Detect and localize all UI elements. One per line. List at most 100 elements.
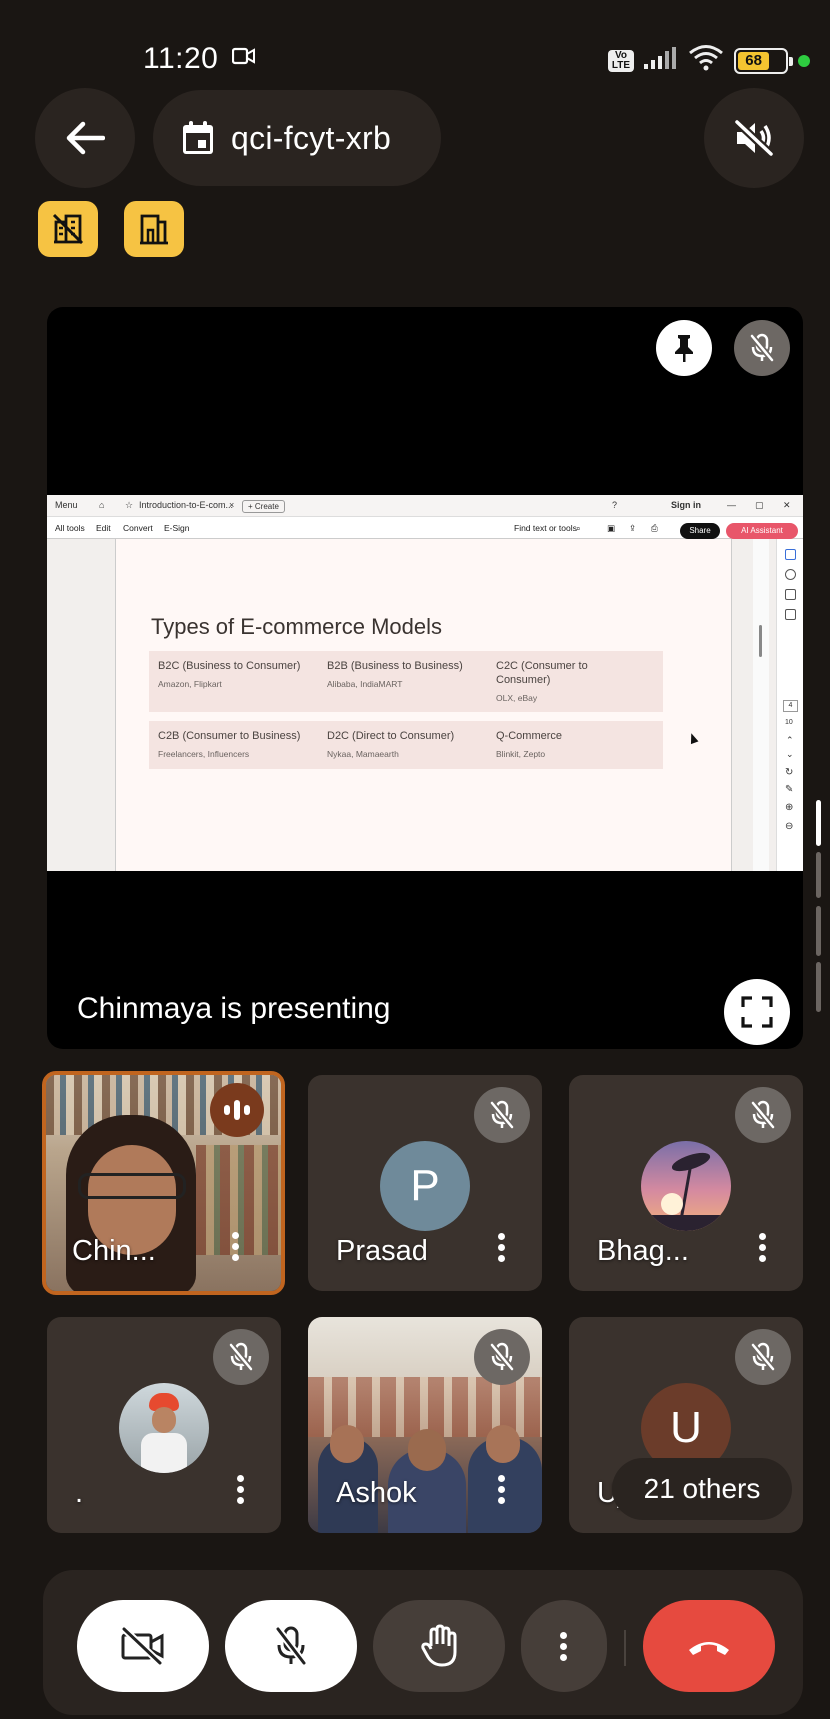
clock: 11:20 [143,42,219,75]
participant-tile[interactable]: Ashok [308,1317,542,1533]
model-card: Q-Commerce Blinkit, Zepto [487,721,663,769]
rotate-icon: ↻ [785,767,794,778]
model-card: C2C (Consumer to Consumer) OLX, eBay [487,651,663,712]
page-scroll-segment [816,852,821,898]
participant-tile[interactable]: Bhag... [569,1075,803,1291]
model-examples: Blinkit, Zepto [496,749,546,759]
pin-button[interactable] [656,320,712,376]
mic-off-icon [749,333,775,362]
close-control: ✕ [783,500,791,510]
participant-name: Prasad [336,1235,428,1267]
speaker-toggle-button[interactable] [704,88,804,188]
avatar [641,1141,731,1231]
model-card: B2B (Business to Business) Alibaba, Indi… [318,651,494,712]
back-button[interactable] [35,88,135,188]
raise-hand-icon [421,1624,457,1667]
participant-name: Chin... [72,1235,156,1267]
participant-tile[interactable]: Chin... [42,1071,285,1295]
mic-off-icon [489,1100,515,1129]
host-control-chip-1[interactable] [38,201,98,257]
wifi-icon [688,44,724,77]
participant-more-icon[interactable] [233,1475,247,1511]
participant-more-icon[interactable] [755,1233,769,1269]
participant-name: Bhag... [597,1235,689,1267]
page-scroll-segment [816,906,821,956]
battery-icon: 68 [734,47,793,74]
mouse-cursor-icon [687,731,699,745]
presenting-label: Chinmaya is presenting [77,992,391,1025]
avatar [119,1383,209,1473]
viewer-toolbar: All tools Edit Convert E-Sign Find text … [47,517,803,539]
more-vertical-icon [560,1631,568,1661]
mic-toggle-button[interactable] [225,1600,357,1692]
speaker-off-icon [734,119,774,157]
sign-in-link: Sign in [671,500,701,510]
model-card: D2C (Direct to Consumer) Nykaa, Mamaeart… [318,721,494,769]
toolbar-convert: Convert [123,523,153,533]
model-name: D2C (Direct to Consumer) [327,730,455,742]
participant-more-icon[interactable] [494,1475,508,1511]
ai-assistant-button: AI Assistant [726,523,798,539]
current-page: 4 [783,700,798,712]
presenter-mic-status [734,320,790,376]
upload-icon: ⇪ [629,523,637,533]
model-name: C2C (Consumer to Consumer) [496,660,588,686]
participant-name: Ashok [336,1477,417,1509]
zoom-out-icon: ⊖ [785,821,794,832]
no-buildings-icon [52,213,84,245]
participant-mic-status [213,1329,269,1385]
zoom-in-icon: ⊕ [785,802,794,813]
fullscreen-button[interactable] [724,979,790,1045]
status-icons: Vo LTE 68 [608,44,810,77]
phone-hangup-icon [689,1642,729,1655]
participant-mic-status [474,1329,530,1385]
document-scrollbar [753,539,769,871]
arrow-left-icon [66,121,105,155]
participant-more-icon[interactable] [494,1233,508,1269]
model-card: C2B (Consumer to Business) Freelancers, … [149,721,325,769]
toolbar-esign: E-Sign [164,523,190,533]
call-controls [43,1570,803,1715]
more-options-button[interactable] [521,1600,607,1692]
participant-mic-status [735,1329,791,1385]
avatar: P [380,1141,470,1231]
copy-icon [785,609,796,620]
search-icon: ⌕ [576,523,581,533]
meeting-info-button[interactable]: qci-fcyt-xrb [153,90,441,186]
model-examples: Nykaa, Mamaearth [327,749,399,759]
participant-name: . [75,1477,84,1509]
speaking-indicator-icon [210,1083,264,1137]
presentation-tile[interactable]: Menu ⌂ ☆ Introduction-to-E-com... × + Cr… [47,307,803,1049]
camera-off-icon [121,1626,164,1666]
battery-level: 68 [738,51,770,70]
pin-icon [675,335,693,362]
mic-off-icon [228,1342,254,1371]
leave-call-button[interactable] [643,1600,775,1692]
comment-icon [785,549,796,560]
document-page: Types of E-commerce Models B2C (Business… [115,539,732,871]
video-record-icon [231,47,256,70]
camera-toggle-button[interactable] [77,1600,209,1692]
chevron-up-icon: ⌃ [786,735,794,745]
media-icon [785,589,796,600]
host-control-chip-2[interactable] [124,201,184,257]
model-name: B2B (Business to Business) [327,660,463,672]
new-tab-button: + Create [242,500,285,513]
participant-more-icon[interactable] [228,1232,242,1268]
participant-mic-status [474,1087,530,1143]
participant-mic-status [735,1087,791,1143]
participant-tile[interactable]: P Prasad [308,1075,542,1291]
link-icon [785,569,796,580]
camera-in-use-dot [798,54,810,67]
mic-off-icon [750,1100,776,1129]
raise-hand-button[interactable] [373,1600,505,1692]
meeting-code: qci-fcyt-xrb [231,119,392,156]
participant-tile[interactable]: . [47,1317,281,1533]
others-button[interactable]: 21 others [612,1458,792,1520]
home-icon: ⌂ [99,500,105,510]
calendar-event-icon [183,121,213,154]
model-card: B2C (Business to Consumer) Amazon, Flipk… [149,651,325,712]
mic-off-icon [489,1342,515,1371]
shared-screen: Menu ⌂ ☆ Introduction-to-E-com... × + Cr… [47,495,803,871]
mic-off-icon [275,1626,307,1666]
